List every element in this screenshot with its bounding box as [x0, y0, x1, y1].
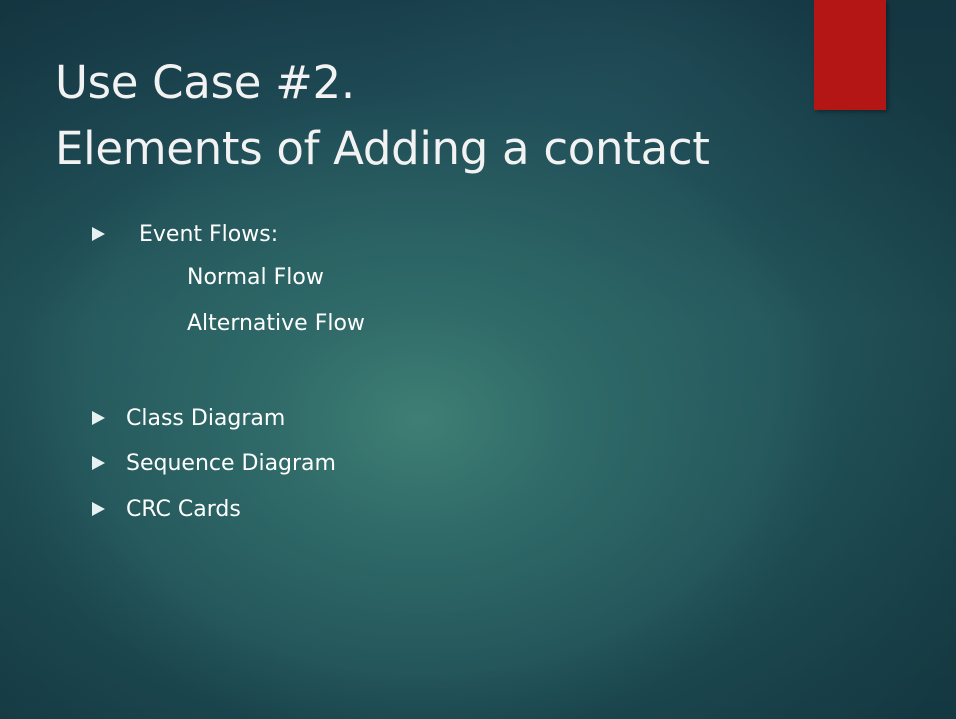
bullet-label: Event Flows:	[139, 221, 279, 247]
triangle-right-icon	[92, 227, 105, 241]
subitem-normal-flow: Normal Flow	[187, 265, 324, 290]
triangle-right-icon	[92, 502, 105, 516]
bullet-item-sequence-diagram: Sequence Diagram	[92, 448, 336, 478]
triangle-right-icon	[92, 411, 105, 425]
red-accent-bar	[814, 0, 886, 110]
slide-title: Use Case #2. Elements of Adding a contac…	[55, 50, 815, 182]
bullet-item-class-diagram: Class Diagram	[92, 403, 285, 433]
bullet-item-crc-cards: CRC Cards	[92, 494, 241, 524]
bullet-item-event-flows: Event Flows:	[92, 219, 278, 249]
title-line-1: Use Case #2.	[55, 56, 355, 109]
bullet-label: Sequence Diagram	[126, 450, 336, 476]
triangle-right-icon	[92, 456, 105, 470]
subitem-alternative-flow: Alternative Flow	[187, 311, 365, 336]
bullet-label: Class Diagram	[126, 405, 286, 431]
title-line-2: Elements of Adding a contact	[55, 122, 710, 175]
bullet-label: CRC Cards	[126, 496, 241, 522]
slide: Use Case #2. Elements of Adding a contac…	[0, 0, 956, 719]
